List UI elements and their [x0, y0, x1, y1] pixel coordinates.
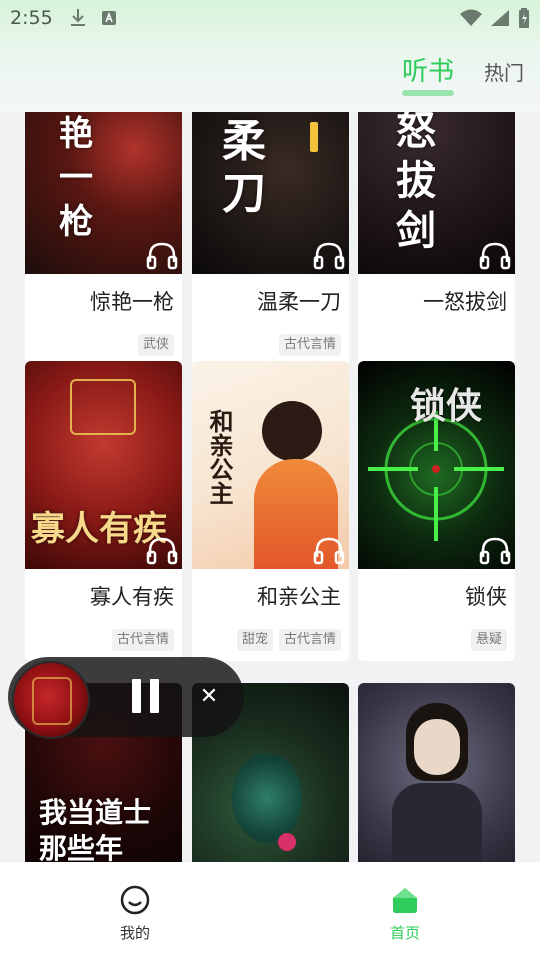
cover-title-art: 艳 一 枪 — [59, 114, 93, 242]
book-card[interactable]: 寡人有疾 寡人有疾 古代言情 — [25, 361, 182, 661]
download-icon — [70, 9, 85, 26]
tag-list: 甜宠 古代言情 — [192, 621, 349, 661]
book-title: 一怒拔剑 — [423, 290, 507, 314]
header-tabs: 听书 热门 — [401, 56, 524, 96]
tag: 古代言情 — [278, 334, 341, 356]
mini-player-cover[interactable] — [12, 661, 90, 739]
tag: 甜宠 — [236, 629, 273, 651]
book-title: 寡人有疾 — [90, 585, 174, 609]
pause-bar-right — [150, 679, 159, 713]
headphone-icon — [146, 537, 178, 565]
tag-list — [358, 326, 515, 366]
book-title: 惊艳一枪 — [90, 290, 174, 314]
tag-list: 武侠 — [25, 326, 182, 366]
profile-icon — [120, 885, 150, 915]
font-a-icon — [101, 11, 116, 25]
cover-title-art: 怒 拔 剑 — [396, 107, 436, 254]
cover-title-art: 我当道士那些年 — [39, 796, 152, 865]
cover-figure-face — [414, 719, 460, 775]
book-cover: 寡人有疾 — [25, 361, 182, 569]
nav-item-home[interactable]: 首页 — [270, 862, 540, 960]
tag: 武侠 — [137, 334, 174, 356]
bottom-nav: 我的 首页 — [0, 862, 540, 960]
headphone-icon — [146, 242, 178, 270]
cover-title-art: 柔 刀 — [222, 116, 266, 219]
tag-list: 悬疑 — [358, 621, 515, 661]
headphone-icon — [479, 242, 511, 270]
signal-icon — [491, 10, 509, 26]
wifi-icon — [460, 9, 482, 26]
close-icon[interactable]: ✕ — [196, 684, 222, 710]
nav-label-mine: 我的 — [119, 924, 150, 942]
tag: 古代言情 — [111, 629, 174, 651]
headphone-icon — [479, 537, 511, 565]
cover-flower-graphic — [278, 833, 296, 851]
nav-item-mine[interactable]: 我的 — [0, 862, 270, 960]
candle-graphic — [310, 122, 318, 152]
book-cover: 锁侠 — [358, 361, 515, 569]
nav-label-home: 首页 — [389, 924, 420, 942]
book-title: 锁侠 — [465, 585, 507, 609]
headphone-icon — [313, 242, 345, 270]
mini-player[interactable]: ✕ — [8, 657, 244, 739]
home-icon — [393, 888, 417, 913]
tag-list: 古代言情 — [192, 326, 349, 366]
cover-title-art: 锁侠 — [410, 385, 483, 427]
book-cover: 和亲公主 — [192, 361, 349, 569]
book-cover — [358, 683, 515, 891]
book-card[interactable]: 锁侠 锁侠 悬疑 — [358, 361, 515, 661]
book-title: 温柔一刀 — [257, 290, 341, 314]
battery-icon — [519, 8, 529, 28]
tab-popular[interactable]: 热门 — [484, 57, 524, 92]
book-card[interactable]: 和亲公主 和亲公主 甜宠 古代言情 — [192, 361, 349, 661]
cover-ornament — [70, 379, 136, 435]
tag-list: 古代言情 — [25, 621, 182, 661]
book-title: 和亲公主 — [257, 585, 341, 609]
cover-figure-hair — [262, 401, 322, 461]
cover-title-art: 和亲公主 — [205, 409, 234, 505]
status-bar: 2:55 — [0, 0, 540, 36]
tag: 悬疑 — [470, 629, 507, 651]
pause-bar-left — [132, 679, 141, 713]
cover-peacock-graphic — [232, 753, 302, 843]
tag: 古代言情 — [278, 629, 341, 651]
status-time: 2:55 — [10, 7, 53, 29]
tab-audiobook[interactable]: 听书 — [401, 51, 455, 96]
book-card[interactable] — [358, 683, 515, 891]
headphone-icon — [313, 537, 345, 565]
cover-ornament — [32, 677, 72, 725]
pause-button[interactable] — [128, 677, 168, 717]
